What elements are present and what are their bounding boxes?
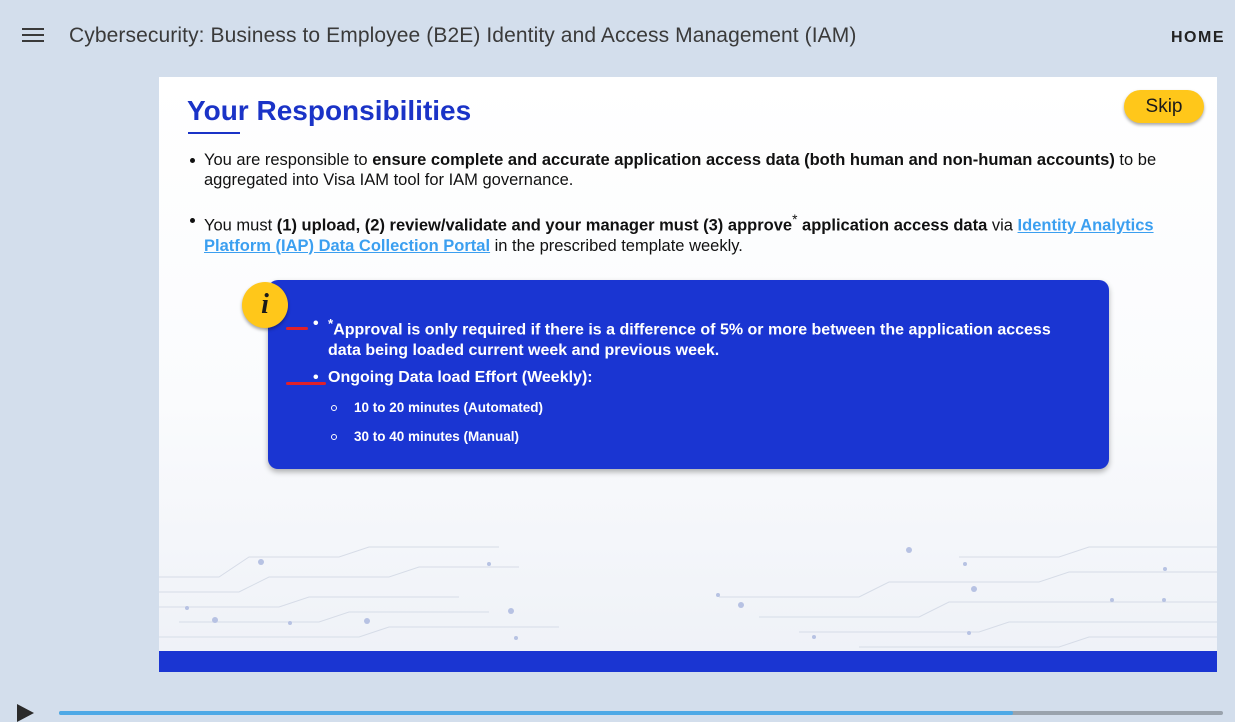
info-icon: i bbox=[242, 282, 288, 328]
red-underline-mark bbox=[286, 382, 326, 385]
hamburger-menu-icon[interactable] bbox=[22, 28, 44, 44]
red-underline-mark bbox=[286, 327, 308, 330]
list-item: You must (1) upload, (2) review/validate… bbox=[189, 210, 1179, 256]
info-note-effort: • Ongoing Data load Effort (Weekly): bbox=[313, 369, 593, 386]
info-box: • *Approval is only required if there is … bbox=[268, 280, 1109, 469]
effort-manual: 30 to 40 minutes (Manual) bbox=[331, 429, 519, 444]
skip-button[interactable]: Skip bbox=[1124, 90, 1204, 123]
slide-footer-bar bbox=[159, 651, 1217, 672]
title-underline bbox=[188, 132, 240, 134]
slide-content: Your Responsibilities Skip You are respo… bbox=[159, 77, 1217, 672]
top-bar: Cybersecurity: Business to Employee (B2E… bbox=[0, 0, 1235, 72]
effort-automated: 10 to 20 minutes (Automated) bbox=[331, 400, 543, 415]
course-title: Cybersecurity: Business to Employee (B2E… bbox=[69, 24, 857, 47]
info-note-approval: • *Approval is only required if there is … bbox=[313, 315, 1051, 360]
progress-fill bbox=[59, 711, 1014, 715]
slide-title: Your Responsibilities bbox=[187, 95, 472, 126]
list-item: You are responsible to ensure complete a… bbox=[189, 150, 1179, 190]
play-icon[interactable] bbox=[17, 704, 34, 722]
home-link[interactable]: HOME bbox=[1171, 29, 1225, 47]
progress-bar[interactable] bbox=[59, 711, 1223, 715]
responsibility-list: You are responsible to ensure complete a… bbox=[189, 150, 1179, 276]
